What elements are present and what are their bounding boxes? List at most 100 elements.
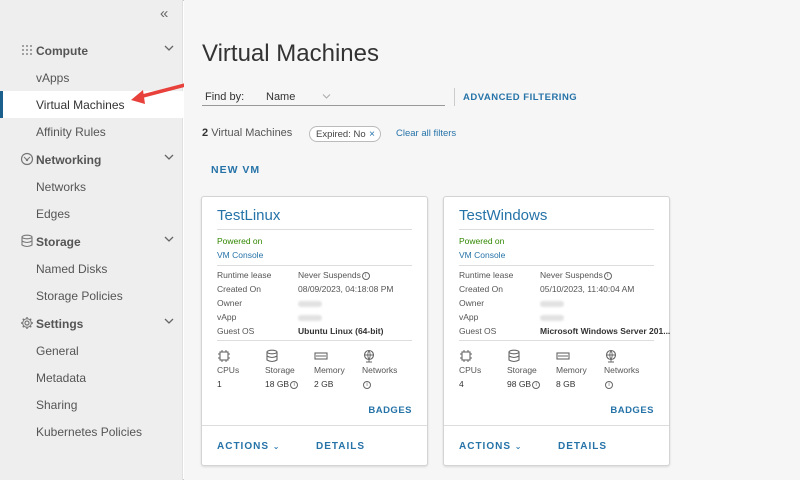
sidebar-item-label: General <box>36 343 79 358</box>
sidebar-item-metadata[interactable]: Metadata <box>0 364 183 391</box>
page-title: Virtual Machines <box>202 40 379 67</box>
info-icon[interactable]: i <box>290 380 299 389</box>
divider <box>217 265 412 266</box>
property-key: vApp <box>459 312 479 322</box>
sidebar-item-sharing[interactable]: Sharing <box>0 391 183 418</box>
power-state: Powered on <box>459 236 505 246</box>
new-vm-button[interactable]: NEW VM <box>211 164 260 176</box>
property-key: Guest OS <box>459 326 497 336</box>
vm-name-link[interactable]: TestWindows <box>459 207 547 224</box>
resource-label: Networks <box>362 365 398 375</box>
info-icon[interactable]: i <box>605 380 613 389</box>
divider <box>217 340 412 341</box>
advanced-filtering-link[interactable]: ADVANCED FILTERING <box>463 92 577 103</box>
sidebar-item-networks[interactable]: Networks <box>0 173 183 200</box>
vm-console-link[interactable]: VM Console <box>217 250 263 260</box>
property-key: Created On <box>217 284 261 294</box>
find-by-dropdown[interactable]: Find by: Name <box>202 87 445 106</box>
actions-dropdown[interactable]: ACTIONS ⌄ <box>217 441 280 452</box>
chevron-down-icon <box>164 45 174 51</box>
resource-value-text: 98 GB <box>507 379 532 389</box>
redacted-value <box>298 314 322 321</box>
sidebar-item-affinity-rules[interactable]: Affinity Rules <box>0 118 183 145</box>
sidebar-section-label: Storage <box>36 234 81 249</box>
property-value-text: Never Suspends <box>540 270 603 280</box>
resource-value: 1 <box>217 379 262 389</box>
vm-console-link[interactable]: VM Console <box>459 250 505 260</box>
clear-all-filters-link[interactable]: Clear all filters <box>396 128 456 139</box>
sidebar-item-named-disks[interactable]: Named Disks <box>0 255 183 282</box>
actions-dropdown[interactable]: ACTIONS ⌄ <box>459 441 522 452</box>
resource-networks: Networks i <box>604 349 649 389</box>
chevron-down-icon <box>164 154 174 160</box>
resource-label: Memory <box>556 365 587 375</box>
badges-link[interactable]: BADGES <box>610 405 654 416</box>
network-globe-icon <box>363 349 375 363</box>
memory-icon <box>314 352 328 360</box>
property-key: Owner <box>217 298 243 308</box>
sidebar-item-label: Storage Policies <box>36 288 123 303</box>
sidebar-section-storage[interactable]: Storage <box>0 228 183 255</box>
badges-link[interactable]: BADGES <box>368 405 412 416</box>
property-value: 05/10/2023, 11:40:04 AM <box>540 284 634 294</box>
chevron-down-icon: ⌄ <box>272 442 281 451</box>
sidebar-item-label: Named Disks <box>36 261 108 276</box>
sidebar-item-vapps[interactable]: vApps <box>0 64 183 91</box>
info-icon[interactable]: i <box>361 271 370 280</box>
chevron-down-icon <box>322 94 331 99</box>
resource-value-text: 2 GB <box>314 379 334 389</box>
info-icon[interactable]: i <box>363 380 371 389</box>
remove-filter-icon[interactable]: × <box>367 129 377 140</box>
property-value-text: Never Suspends <box>298 270 361 280</box>
divider <box>454 88 455 106</box>
sidebar-item-kubernetes-policies[interactable]: Kubernetes Policies <box>0 418 183 445</box>
actions-label: ACTIONS <box>459 441 511 452</box>
resource-value: 4 <box>459 379 504 389</box>
property-value: Ubuntu Linux (64-bit) <box>298 326 383 336</box>
property-value-text: 05/10/2023, 11:40:04 AM <box>540 284 635 294</box>
redacted-value <box>540 314 564 321</box>
divider <box>459 265 654 266</box>
info-icon[interactable]: i <box>603 271 612 280</box>
filter-chip-label: Expired: No <box>316 128 366 140</box>
resource-value: 2 GB <box>314 379 359 389</box>
sidebar-item-storage-policies[interactable]: Storage Policies <box>0 282 183 309</box>
property-value-text: Microsoft Windows Server 201... <box>540 326 671 336</box>
cpu-icon <box>218 350 230 362</box>
resource-networks: Networks i <box>362 349 407 389</box>
property-key: Guest OS <box>217 326 255 336</box>
property-key: Owner <box>459 298 485 308</box>
sidebar-section-label: Networking <box>36 152 102 167</box>
sidebar-section-networking[interactable]: Networking <box>0 146 183 173</box>
sidebar-item-label: Edges <box>36 206 71 221</box>
property-value: 08/09/2023, 04:18:08 PM <box>298 284 393 294</box>
sidebar-section-compute[interactable]: Compute <box>0 37 183 64</box>
redacted-value <box>540 300 564 307</box>
divider <box>202 425 427 426</box>
sidebar-section-label: Compute <box>36 43 88 58</box>
resource-memory: Memory 8 GB <box>556 349 601 389</box>
divider <box>459 340 654 341</box>
network-icon <box>20 152 34 166</box>
database-icon <box>21 234 33 248</box>
vm-name-link[interactable]: TestLinux <box>217 207 280 224</box>
sidebar-section-label: Settings <box>36 316 84 331</box>
sidebar-section-settings[interactable]: Settings <box>0 310 183 337</box>
info-icon[interactable]: i <box>532 380 541 389</box>
sidebar: « Compute vApps Virtual Machines Affinit… <box>0 0 183 480</box>
vm-count-label: Virtual Machines <box>211 127 293 139</box>
details-button[interactable]: DETAILS <box>316 441 365 452</box>
vm-card: TestWindows Powered on VM Console Runtime l… <box>443 196 670 466</box>
details-button[interactable]: DETAILS <box>558 441 607 452</box>
sidebar-item-edges[interactable]: Edges <box>0 200 183 227</box>
resource-value: i <box>604 379 649 389</box>
resource-cpus: CPUs 1 <box>217 349 262 389</box>
collapse-sidebar-icon[interactable]: « <box>160 5 168 22</box>
divider <box>217 229 412 230</box>
sidebar-item-general[interactable]: General <box>0 337 183 364</box>
filter-chip-expired: Expired: No × <box>309 126 381 142</box>
property-value-text: 08/09/2023, 04:18:08 PM <box>298 284 394 294</box>
sidebar-item-virtual-machines[interactable]: Virtual Machines <box>0 91 183 118</box>
vm-count-number: 2 <box>202 127 209 139</box>
resource-label: Storage <box>507 365 537 375</box>
